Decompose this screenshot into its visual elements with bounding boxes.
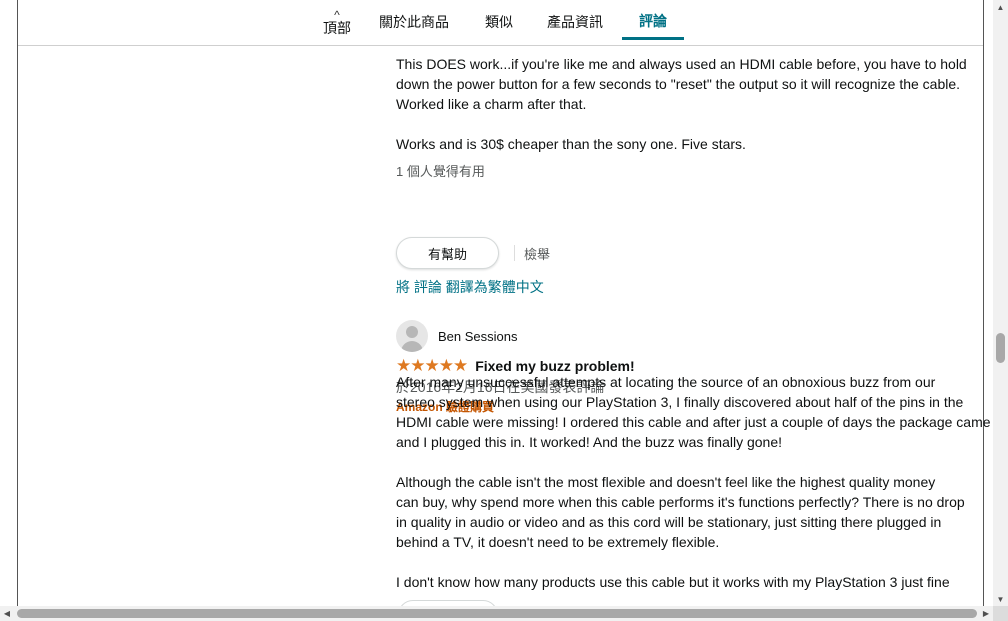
vertical-scroll-thumb[interactable]: [996, 333, 1005, 363]
scroll-right-icon[interactable]: ▶: [979, 606, 993, 621]
tab-product-info[interactable]: 產品資訊: [530, 4, 620, 40]
helpful-button-label: 有幫助: [427, 246, 467, 262]
divider: [514, 245, 515, 261]
helpful-button[interactable]: 有幫助: [396, 237, 499, 269]
tab-similar-label: 類似: [485, 14, 513, 30]
report-link[interactable]: 檢舉: [524, 244, 550, 263]
review-body-line: Works and is 30$ cheaper than the sony o…: [396, 136, 746, 152]
avatar-icon: [396, 320, 428, 352]
tab-similar[interactable]: 類似: [468, 4, 530, 40]
review-body-line: Although the cable isn't the most flexib…: [396, 474, 936, 490]
review-body-line: behind a TV, it doesn't need to be extre…: [396, 534, 720, 550]
review-body-line: HDMI cable were missing! I ordered this …: [396, 414, 991, 430]
review-body-line: After many unsuccessful attempts at loca…: [396, 374, 936, 390]
tab-top-label: 頂部: [323, 20, 351, 36]
helpful-count: 1 個人覺得有用: [396, 164, 485, 179]
review-subnav: ^ 頂部 關於此商品 類似 產品資訊 評論: [18, 0, 983, 46]
tab-about-item[interactable]: 關於此商品: [362, 4, 466, 40]
content-border-right: [983, 0, 984, 606]
scroll-up-icon[interactable]: ▲: [993, 0, 1008, 14]
tab-product-info-label: 產品資訊: [547, 14, 603, 30]
scroll-down-icon[interactable]: ▼: [993, 592, 1008, 606]
review-body-line: Worked like a charm after that.: [396, 96, 587, 112]
review-body-line: I don't know how many products use this …: [396, 574, 950, 590]
translate-review-link[interactable]: 將 評論 翻譯為繁體中文: [396, 277, 544, 297]
content-border-left: [17, 0, 18, 606]
review-body-line: This DOES work...if you're like me and a…: [396, 56, 967, 72]
tab-reviews-label: 評論: [639, 12, 667, 29]
review-body-line: stereo system when using our PlayStation…: [396, 394, 964, 410]
review-body-line: down the power button for a few seconds …: [396, 76, 961, 92]
tab-about-item-label: 關於此商品: [379, 14, 449, 30]
reviewer-profile[interactable]: Ben Sessions: [396, 320, 518, 352]
scroll-left-icon[interactable]: ◀: [0, 606, 14, 621]
horizontal-scrollbar[interactable]: ◀ ▶: [0, 606, 993, 621]
review-body-line: can buy, why spend more when this cable …: [396, 494, 965, 510]
reviewer-name: Ben Sessions: [438, 328, 518, 344]
scrollbar-corner: [993, 606, 1008, 621]
review-body-line: in quality in audio or video and as this…: [396, 514, 942, 530]
tab-reviews[interactable]: 評論: [622, 4, 684, 40]
page-viewport: ^ 頂部 關於此商品 類似 產品資訊 評論 This DOES work...i…: [0, 0, 993, 606]
tab-top[interactable]: ^ 頂部: [316, 4, 358, 40]
review-body-line: and I plugged this in. It worked! And th…: [396, 434, 783, 450]
horizontal-scroll-thumb[interactable]: [17, 609, 977, 618]
vertical-scrollbar[interactable]: ▲ ▼: [993, 0, 1008, 606]
